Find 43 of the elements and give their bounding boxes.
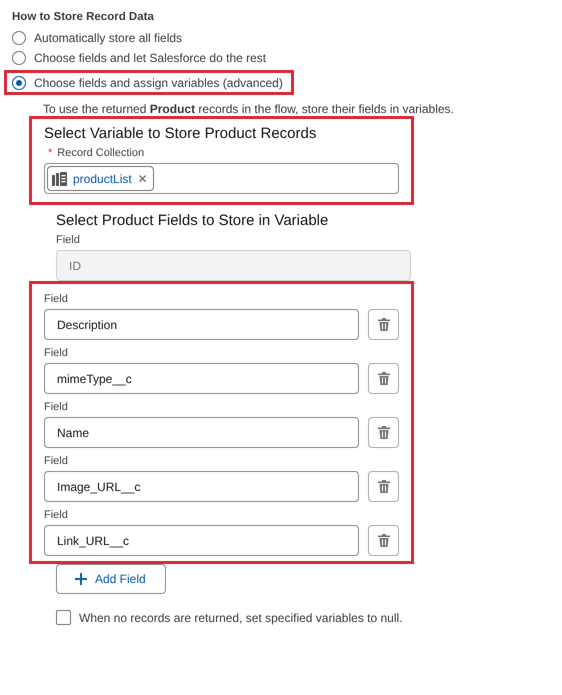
field-label: Field (44, 293, 69, 305)
text-field[interactable]: Link_URL__c (44, 525, 359, 556)
variable-pill[interactable]: productList ✕ (47, 166, 154, 191)
record-collection-field[interactable]: productList ✕ (44, 163, 399, 194)
trash-icon (378, 426, 390, 439)
field-label: Field (44, 509, 69, 521)
radio-button[interactable] (12, 76, 26, 90)
delete-button[interactable] (368, 363, 399, 394)
field-label: Field (44, 347, 69, 359)
remove-button[interactable]: ✕ (138, 172, 148, 186)
text-field[interactable]: Description (44, 309, 359, 340)
required-asterisk: * (48, 147, 52, 159)
field-label: Record Collection (57, 147, 144, 159)
section-heading: How to Store Record Data (12, 11, 155, 23)
delete-button[interactable] (368, 309, 399, 340)
pill-label: productList (73, 172, 132, 186)
trash-icon (378, 480, 390, 493)
text-field[interactable]: Name (44, 417, 359, 448)
text-field: ID (56, 250, 411, 281)
field-label: Field (56, 234, 81, 246)
section-title: Select Variable to Store Product Records (44, 125, 318, 142)
option-label: Choose fields and let Salesforce do the rest (34, 51, 266, 65)
radio-button[interactable] (12, 31, 26, 45)
trash-icon (378, 318, 390, 331)
delete-button[interactable] (368, 417, 399, 448)
section-title: Select Product Fields to Store in Variable (56, 212, 330, 229)
description-text: To use the returned Product records in the flow, store their fields in variables. (43, 102, 455, 116)
checkbox-label: When no records are returned, set specified variables to null. (79, 610, 403, 624)
trash-icon (378, 372, 390, 385)
option-label: Automatically store all fields (34, 31, 182, 45)
field-label: Field (44, 401, 69, 413)
text-field[interactable]: mimeType__c (44, 363, 359, 394)
collection-icon (51, 170, 67, 186)
option-label: Choose fields and assign variables (advanced) (34, 76, 283, 90)
radio-button[interactable] (12, 51, 26, 65)
delete-button[interactable] (368, 471, 399, 502)
checkbox[interactable] (56, 610, 71, 625)
trash-icon (378, 534, 390, 547)
field-label: Field (44, 455, 69, 467)
text-field[interactable]: Image_URL__c (44, 471, 359, 502)
add-field-button[interactable]: Add Field (56, 564, 166, 594)
delete-button[interactable] (368, 525, 399, 556)
plus-icon (75, 573, 87, 585)
